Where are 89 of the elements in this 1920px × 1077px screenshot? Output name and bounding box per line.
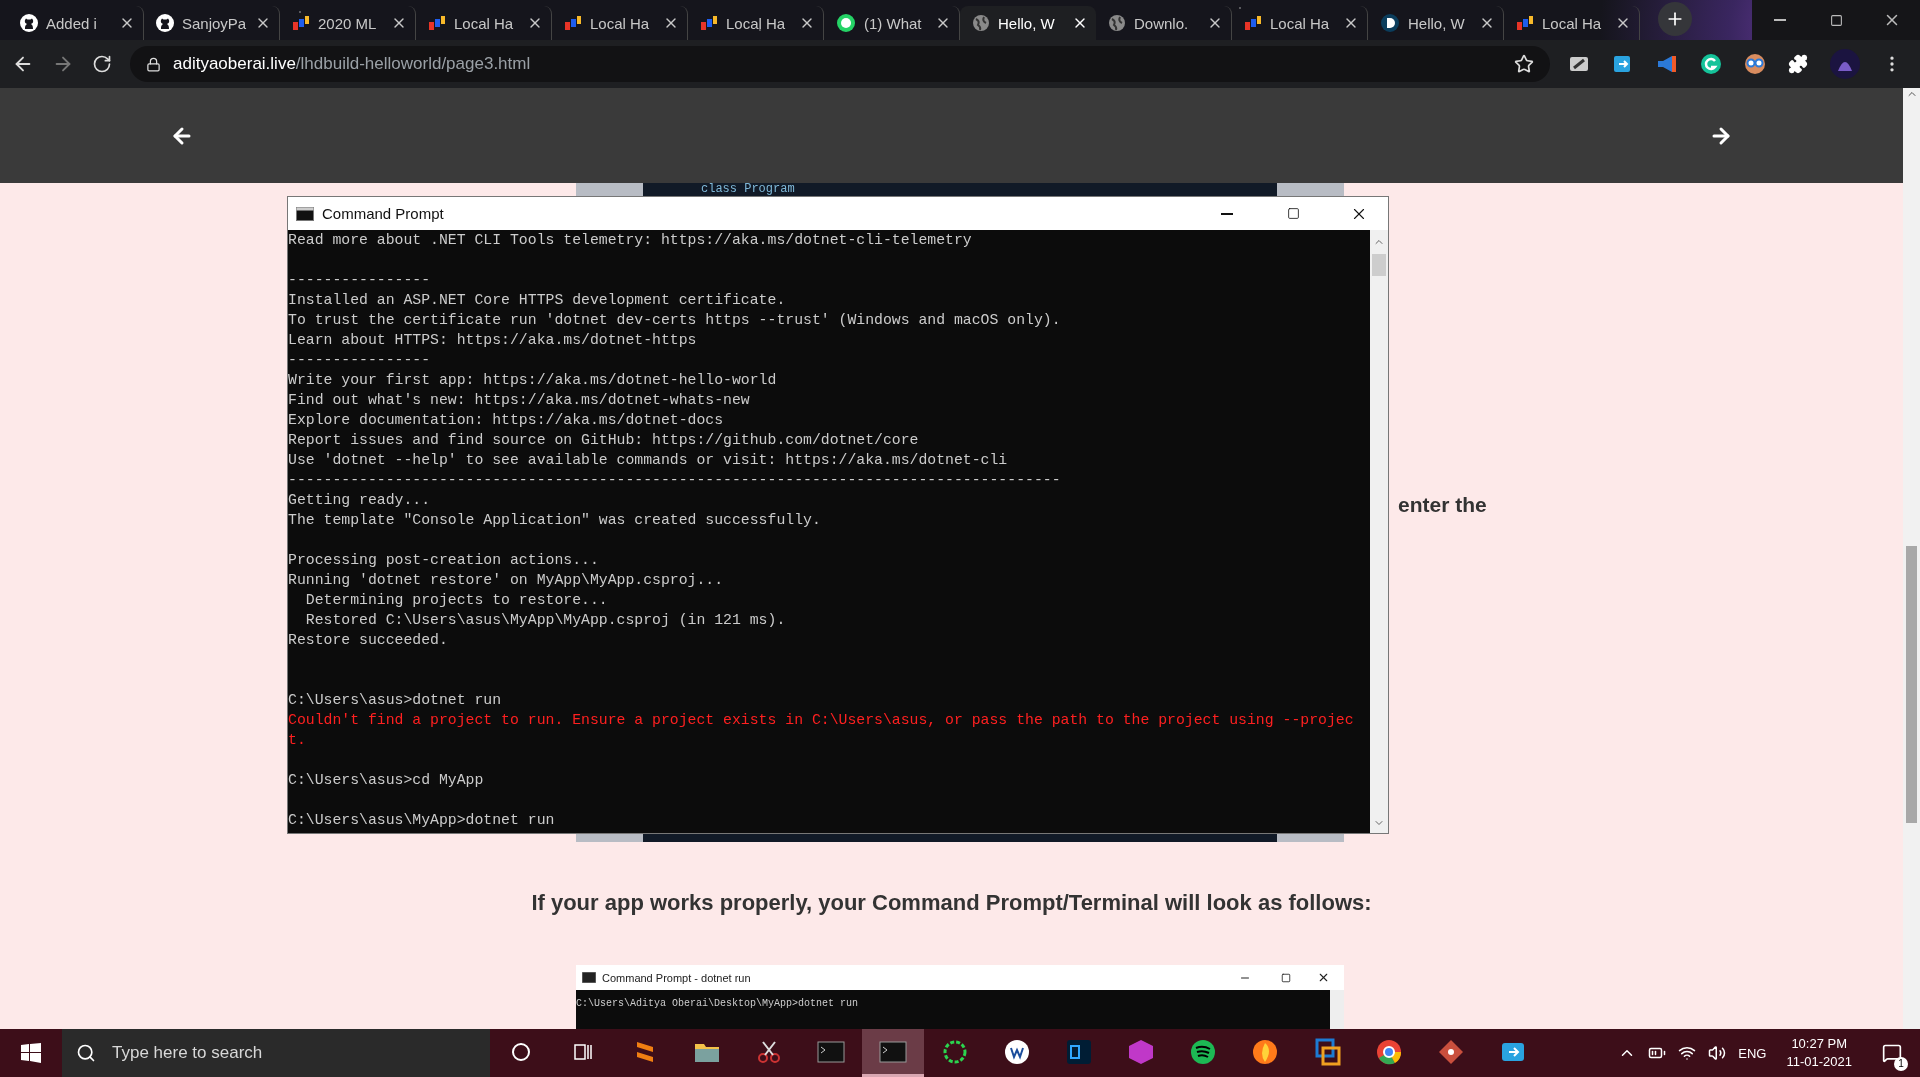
- close-icon: [1317, 971, 1330, 984]
- chat-icon: [836, 13, 856, 33]
- console-line: Getting ready...: [288, 491, 432, 510]
- console-line: Explore documentation: https://aka.ms/dotnet-docs: [288, 411, 725, 430]
- url-text: adityaoberai.live/lhdbuild-helloworld/page3.html: [173, 54, 531, 74]
- search-icon: [76, 1043, 96, 1063]
- new-tab-button[interactable]: [1658, 1, 1692, 36]
- code-text: class Program: [700, 183, 796, 197]
- restore-icon: [1829, 13, 1843, 27]
- console-line: Report issues and find source on GitHub: https://github.com/dotnet/core: [288, 431, 920, 450]
- avatar-icon[interactable]: [1830, 49, 1860, 79]
- console-line: Determining projects to restore...: [304, 591, 609, 610]
- close-button[interactable]: [1864, 0, 1920, 40]
- boxes-icon: [1313, 1037, 1341, 1066]
- bars-icon: [1244, 14, 1262, 32]
- windows-icon: [21, 1043, 41, 1063]
- diamond-icon: [1437, 1037, 1465, 1066]
- globe-icon: [1108, 14, 1126, 32]
- bars-icon: [292, 14, 310, 32]
- section-heading: If your app works properly, your Command Prompt/Terminal will look as follows:: [530, 890, 1373, 916]
- waves-icon: [1189, 1037, 1217, 1066]
- console-line: The template "Console Application" was created successfully.: [288, 511, 822, 530]
- wifi-icon[interactable]: [1678, 1044, 1697, 1062]
- extensions-icon[interactable]: [1788, 54, 1808, 74]
- volume-icon[interactable]: [1708, 1044, 1727, 1062]
- circle-icon: [511, 1041, 531, 1062]
- bars-icon: [564, 14, 582, 32]
- search-input[interactable]: Type here to search: [110, 1042, 490, 1064]
- window-title: Command Prompt: [322, 205, 445, 222]
- console-line: C:\Users\asus\MyApp>dotnet run: [288, 811, 556, 830]
- minimize-icon: [1774, 19, 1786, 21]
- scroll-thumb[interactable]: [1906, 546, 1917, 823]
- console-line: ---------------------------------------------------------------------------------------: [288, 471, 1062, 490]
- terminal-icon: [582, 972, 596, 983]
- maximize-icon: [1281, 972, 1291, 983]
- notifications-button[interactable]: 1: [1872, 1033, 1912, 1073]
- taskbar-app-button[interactable]: [862, 1029, 924, 1077]
- console-line: Running 'dotnet restore' on MyApp\MyApp.csproj...: [288, 571, 725, 590]
- task-view-icon: [573, 1041, 593, 1062]
- console-line: Use 'dotnet --help' to see available commands or visit: https://aka.ms/dotnet-cli: [288, 451, 1009, 470]
- address-bar[interactable]: adityaoberai.live/lhdbuild-helloworld/page3.html: [130, 46, 1550, 82]
- circle-icon: [1380, 13, 1400, 33]
- bars-icon: [428, 14, 446, 32]
- browser-tab[interactable]: Hello, W: [960, 6, 1096, 40]
- console-line: To trust the certificate run 'dotnet dev-certs https --trust' (Windows and macOS only).: [288, 311, 1062, 330]
- console-line: Read more about .NET CLI Tools telemetry: https://aka.ms/dotnet-cli-telemetry: [288, 231, 973, 250]
- search-bar[interactable]: Type here to search: [62, 1029, 490, 1077]
- console-line: C:\Users\asus>dotnet run: [288, 691, 503, 710]
- console-line: C:\Users\asus>cd MyApp: [288, 771, 485, 790]
- cube-icon: [1127, 1037, 1155, 1066]
- reload-icon: [92, 54, 112, 74]
- minimize-icon: [1221, 212, 1233, 215]
- github-icon: [20, 14, 38, 32]
- console-line: Find out what's new: https://aka.ms/dotnet-whats-new: [288, 391, 751, 410]
- console-scrollbar[interactable]: [1370, 230, 1388, 833]
- megaphone-icon[interactable]: [1656, 53, 1678, 75]
- console-line: Learn about HTTPS: https://aka.ms/dotnet-https: [288, 331, 698, 350]
- console-line: Processing post-creation actions...: [288, 551, 600, 570]
- circle-icon: [1003, 1037, 1031, 1066]
- console-line: Installed an ASP.NET Core HTTPS development certificate.: [288, 291, 787, 310]
- globe-icon: [972, 14, 990, 32]
- notification-count: 1: [1894, 1057, 1908, 1071]
- maximize-icon: [1286, 207, 1300, 220]
- lock-icon: [146, 56, 161, 72]
- error-line: t.: [288, 731, 307, 750]
- bookmark-star-icon[interactable]: [1514, 54, 1534, 74]
- terminal-icon: [296, 206, 314, 221]
- chrome-icon: [1375, 1037, 1403, 1066]
- window-title: Command Prompt - dotnet run: [602, 971, 752, 984]
- flame-icon: [1251, 1037, 1279, 1066]
- paragraph-text: enter the: [1398, 493, 1487, 517]
- square-icon: [1065, 1037, 1093, 1066]
- page-scrollbar[interactable]: [1903, 88, 1920, 1029]
- clock[interactable]: 10:27 PM 11-01-2021: [1778, 1035, 1860, 1071]
- error-line: Couldn't find a project to run. Ensure a project exists in C:\Users\asus, or pass the path to the project using --projec: [288, 711, 1355, 730]
- console-line: Write your first app: https://aka.ms/dotnet-hello-world: [288, 371, 778, 390]
- reload-button[interactable]: [92, 54, 112, 74]
- goggles-icon[interactable]: [1744, 53, 1766, 75]
- grammar-icon[interactable]: [1700, 53, 1722, 75]
- console-line: ----------------: [288, 271, 432, 290]
- github-icon: [156, 14, 174, 32]
- bars-icon: [700, 14, 718, 32]
- console-line: Restore succeeded.: [288, 631, 449, 650]
- language-indicator[interactable]: ENG: [1738, 1045, 1767, 1061]
- console-line: Restored C:\Users\asus\MyApp\MyApp.csproj (in 121 ms).: [304, 611, 787, 630]
- console-line: ----------------: [288, 351, 432, 370]
- scroll-thumb[interactable]: [1372, 254, 1386, 276]
- terminal-line: C:\Users\Aditya Oberai\Desktop\MyApp>dotnet run: [576, 997, 860, 1011]
- bars-icon: [1516, 14, 1534, 32]
